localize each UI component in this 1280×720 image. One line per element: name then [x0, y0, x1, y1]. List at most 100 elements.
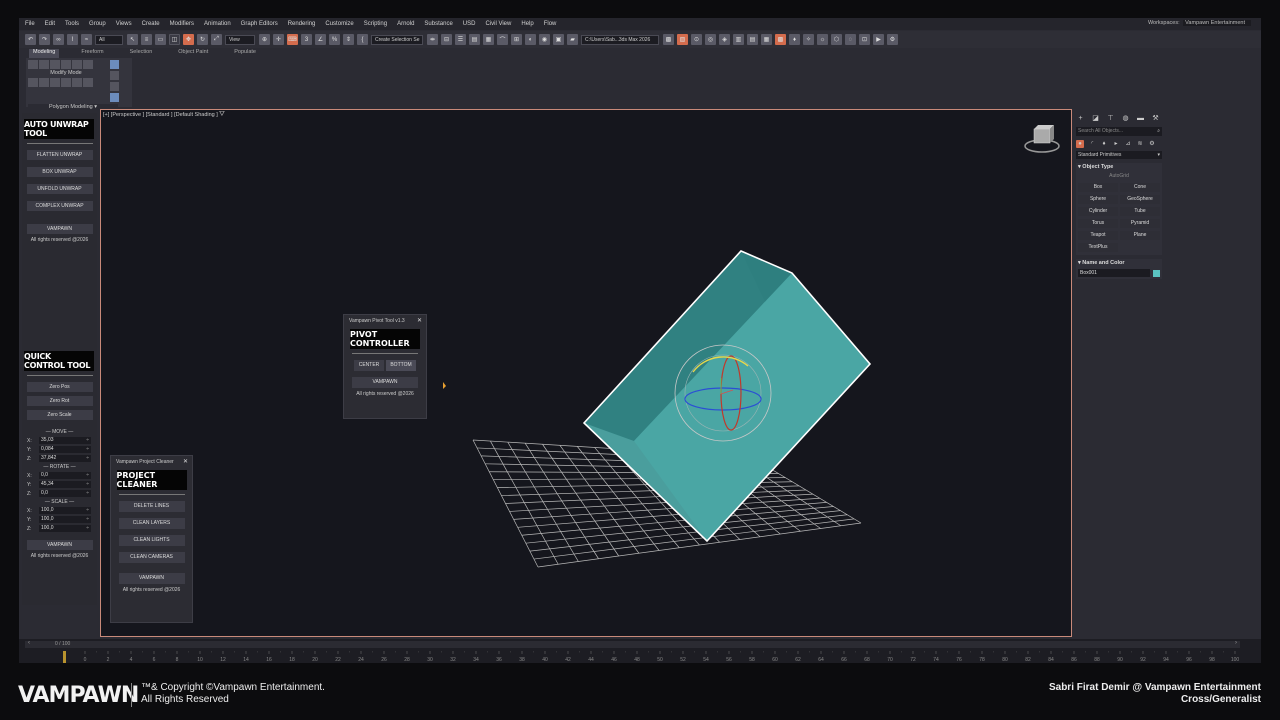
- vampawn-button[interactable]: VAMPAWN: [26, 224, 93, 234]
- clean-layers-button[interactable]: CLEAN LAYERS: [118, 518, 185, 529]
- menu-file[interactable]: File: [25, 21, 35, 27]
- primitive-box-button[interactable]: Box: [1078, 183, 1118, 192]
- complex-unwrap-button[interactable]: COMPLEX UNWRAP: [26, 201, 93, 211]
- scale-x-input[interactable]: 100,0: [39, 507, 91, 514]
- usd-exporter-icon[interactable]: ▤: [747, 34, 758, 45]
- keyboard-shortcut-toggle-icon[interactable]: ⌨: [287, 34, 298, 45]
- systems-icon[interactable]: ⚙: [1148, 140, 1156, 148]
- border-icon[interactable]: [50, 60, 60, 69]
- bind-space-warp-icon[interactable]: ≈: [81, 34, 92, 45]
- menu-usd[interactable]: USD: [463, 21, 476, 27]
- close-icon[interactable]: ✕: [183, 458, 188, 465]
- vampawn-button[interactable]: VAMPAWN: [26, 540, 93, 550]
- angle-snap-icon[interactable]: ∠: [315, 34, 326, 45]
- clean-lights-button[interactable]: CLEAN LIGHTS: [118, 535, 185, 546]
- arnold-render-icon[interactable]: ◈: [719, 34, 730, 45]
- zero-rot-button[interactable]: Zero Rot: [26, 396, 93, 406]
- motion-tab-icon[interactable]: ◍: [1121, 114, 1130, 123]
- reference-coordinate-dropdown[interactable]: View: [225, 34, 255, 45]
- utilities-tab-icon[interactable]: ⚒: [1151, 114, 1160, 123]
- ribbon-toggle-icon[interactable]: ▦: [483, 34, 494, 45]
- bottom-pivot-button[interactable]: BOTTOM: [386, 360, 416, 371]
- flatten-unwrap-button[interactable]: FLATTEN UNWRAP: [26, 150, 93, 160]
- rect-selection-icon[interactable]: ▭: [155, 34, 166, 45]
- cameras-icon[interactable]: ▸: [1112, 140, 1120, 148]
- light-icon[interactable]: ♦: [789, 34, 800, 45]
- menu-flow[interactable]: Flow: [544, 21, 557, 27]
- schematic-view-icon[interactable]: ⊞: [511, 34, 522, 45]
- select-by-name-icon[interactable]: ≡: [141, 34, 152, 45]
- active-shade-icon[interactable]: ◎: [705, 34, 716, 45]
- remove-modifier-icon[interactable]: [110, 93, 119, 102]
- menu-views[interactable]: Views: [116, 21, 132, 27]
- object-search-input[interactable]: Search All Objects... ⌕: [1076, 127, 1162, 136]
- edge-icon[interactable]: [39, 60, 49, 69]
- autogrid-checkbox[interactable]: AutoGrid: [1076, 173, 1162, 179]
- menu-animation[interactable]: Animation: [204, 21, 231, 27]
- edit-tool-2-icon[interactable]: [39, 78, 49, 87]
- viewport-layouts-icon[interactable]: ▦: [761, 34, 772, 45]
- primitive-cone-button[interactable]: Cone: [1120, 183, 1160, 192]
- unfold-unwrap-button[interactable]: UNFOLD UNWRAP: [26, 184, 93, 194]
- delete-lines-button[interactable]: DELETE LINES: [118, 501, 185, 512]
- menu-rendering[interactable]: Rendering: [288, 21, 316, 27]
- geometry-icon[interactable]: ●: [1076, 140, 1084, 148]
- lights-icon[interactable]: ♦: [1100, 140, 1108, 148]
- object-name-field[interactable]: Box001: [1078, 269, 1151, 277]
- project-path-dropdown[interactable]: C:\Users\Sab...3ds Max 2026: [581, 34, 659, 45]
- zero-pos-button[interactable]: Zero Pos: [26, 382, 93, 392]
- arnold-settings-icon[interactable]: ⚙: [887, 34, 898, 45]
- search-icon[interactable]: ⌕: [1157, 127, 1160, 136]
- close-icon[interactable]: ✕: [417, 317, 422, 324]
- next-frame-icon[interactable]: ›: [1235, 640, 1237, 646]
- create-tab-icon[interactable]: +: [1076, 114, 1085, 123]
- time-slider[interactable]: ‹ 0 / 100 ›: [25, 640, 1240, 648]
- edit-tool-1-icon[interactable]: [28, 78, 38, 87]
- box-unwrap-button[interactable]: BOX UNWRAP: [26, 167, 93, 177]
- select-manipulate-icon[interactable]: ✛: [273, 34, 284, 45]
- primitive-category-dropdown[interactable]: Standard Primitives: [1076, 151, 1162, 159]
- menu-modifiers[interactable]: Modifiers: [170, 21, 194, 27]
- link-icon[interactable]: ∞: [53, 34, 64, 45]
- select-scale-icon[interactable]: ⤢: [211, 34, 222, 45]
- box001-object[interactable]: [582, 250, 872, 543]
- perspective-viewport[interactable]: [+] [Perspective ] [Standard ] [Default …: [100, 109, 1072, 637]
- menu-edit[interactable]: Edit: [45, 21, 55, 27]
- display-tab-icon[interactable]: ▬: [1136, 114, 1145, 123]
- hierarchy-tab-icon[interactable]: ⊤: [1106, 114, 1115, 123]
- render-iterative-icon[interactable]: ⊙: [691, 34, 702, 45]
- arnold-mesh-icon[interactable]: ⬡: [831, 34, 842, 45]
- primitive-plane-button[interactable]: Plane: [1120, 231, 1160, 240]
- arnold-volume-icon[interactable]: ◌: [845, 34, 856, 45]
- select-object-icon[interactable]: ↖: [127, 34, 138, 45]
- primitive-textplus-button[interactable]: TextPlus: [1078, 243, 1118, 252]
- primitive-teapot-button[interactable]: Teapot: [1078, 231, 1118, 240]
- primitive-geosphere-button[interactable]: GeoSphere: [1120, 195, 1160, 204]
- ribbon-tab-freeform[interactable]: Freeform: [77, 49, 107, 58]
- menu-tools[interactable]: Tools: [65, 21, 79, 27]
- menu-graph-editors[interactable]: Graph Editors: [241, 21, 278, 27]
- select-rotate-icon[interactable]: ↻: [197, 34, 208, 45]
- rotate-x-input[interactable]: 0,0: [39, 472, 91, 479]
- selection-filter-dropdown[interactable]: All: [95, 34, 123, 45]
- menu-scripting[interactable]: Scripting: [364, 21, 387, 27]
- primitive-pyramid-button[interactable]: Pyramid: [1120, 219, 1160, 228]
- align-icon[interactable]: ⊟: [441, 34, 452, 45]
- scene-explorer-icon[interactable]: ▤: [469, 34, 480, 45]
- menu-civil-view[interactable]: Civil View: [485, 21, 511, 27]
- menu-help[interactable]: Help: [521, 21, 533, 27]
- ribbon-tab-selection[interactable]: Selection: [126, 49, 157, 58]
- show-end-result-icon[interactable]: [110, 71, 119, 80]
- move-x-input[interactable]: 35,03: [39, 437, 91, 444]
- vampawn-button[interactable]: VAMPAWN: [352, 377, 418, 388]
- arnold-ipr-icon[interactable]: ▶: [873, 34, 884, 45]
- percent-snap-icon[interactable]: %: [329, 34, 340, 45]
- projects-icon[interactable]: ▩: [663, 34, 674, 45]
- spinner-snap-icon[interactable]: ⇕: [343, 34, 354, 45]
- frame-ruler[interactable]: 0 2 4 6 8 10 12 14 16 18 20 22 24 26 28 30 32 34 36 38 40 42 4…: [25, 651, 1240, 663]
- arnold-proxy-icon[interactable]: ⊡: [859, 34, 870, 45]
- snap-toggle-icon[interactable]: 3: [301, 34, 312, 45]
- edit-tool-5-icon[interactable]: [72, 78, 82, 87]
- render-icon[interactable]: ▧: [677, 34, 688, 45]
- current-frame-marker[interactable]: [63, 651, 66, 663]
